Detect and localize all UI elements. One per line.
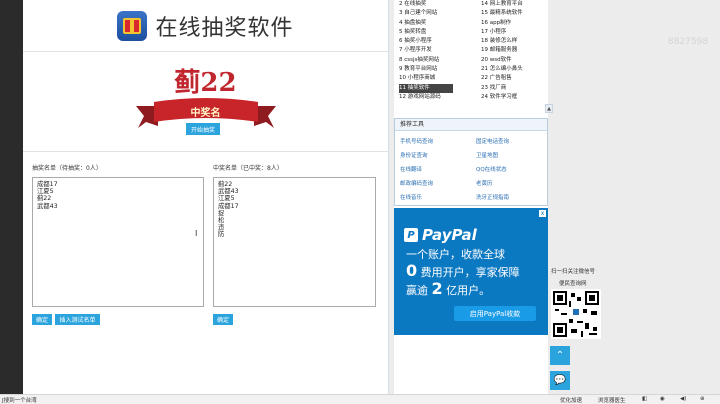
link-item[interactable]: 24 软件学习框 bbox=[481, 93, 551, 102]
winner-list-label: 中奖名单（已中奖：8人） bbox=[213, 165, 283, 172]
link-item[interactable]: 6 抽奖小程序 bbox=[399, 37, 469, 46]
draw-list-label: 抽奖名单（待抽奖：0人） bbox=[32, 165, 102, 172]
link-item[interactable]: 7 小程序开发 bbox=[399, 46, 469, 55]
link-item[interactable]: 9 教育平台网站 bbox=[399, 65, 469, 74]
app-header: 在线抽奖软件 bbox=[23, 0, 388, 52]
watermark-text: 8827598 bbox=[668, 37, 709, 47]
link-item[interactable]: 17 小程序 bbox=[481, 28, 551, 37]
link-column-left: 2 在线抽奖 3 自己建个网站 4 抽盘抽奖 5 抽奖转盘 6 抽奖小程序 7 … bbox=[399, 0, 469, 102]
link-item[interactable]: 4 抽盘抽奖 bbox=[399, 19, 469, 28]
ad-line-2: 0 费用开户，享家保障 bbox=[406, 261, 520, 280]
tool-link[interactable]: 卫星地图 bbox=[476, 151, 498, 159]
scroll-up-icon[interactable]: ▲ bbox=[545, 104, 553, 113]
link-item[interactable]: 12 游戏网站源码 bbox=[399, 93, 469, 102]
winner-display: 蓟22 中奖名 bbox=[23, 52, 388, 152]
tool-link[interactable]: 邮政编码查询 bbox=[400, 179, 433, 187]
tool-link[interactable]: 老黄历 bbox=[476, 179, 493, 187]
winner-list-textarea[interactable]: 蓟22 武都43 江夏5 成都17 捉 松 违 防 bbox=[213, 177, 376, 307]
tool-link[interactable]: 在线翻译 bbox=[400, 165, 422, 173]
link-item[interactable]: 14 网上教育平台 bbox=[481, 0, 551, 9]
lottery-app-panel: 在线抽奖软件 蓟22 中奖名 开始抽奖 抽奖名单（待抽奖：0人） 成都17 江夏… bbox=[23, 0, 389, 394]
draw-list-textarea[interactable]: 成都17 江夏5 蓟22 武都43 bbox=[32, 177, 204, 307]
tool-link[interactable]: QQ在线状态 bbox=[476, 165, 507, 173]
ribbon-text: 中奖名 bbox=[190, 108, 221, 119]
watermark: 8827598 bbox=[668, 37, 708, 47]
status-icon[interactable]: ◧ bbox=[642, 396, 647, 402]
paypal-brand-text: PayPal bbox=[422, 226, 477, 244]
qr-code-icon bbox=[551, 289, 601, 339]
link-item[interactable]: 16 app制作 bbox=[481, 19, 551, 28]
scroll-top-button[interactable]: ⌃ bbox=[550, 346, 570, 365]
chat-icon[interactable]: 💬 bbox=[550, 371, 570, 390]
start-draw-button[interactable]: 开始抽奖 bbox=[186, 123, 220, 135]
text-cursor-icon: I bbox=[195, 229, 198, 238]
link-item[interactable]: 10 小程序商城 bbox=[399, 74, 469, 83]
link-item[interactable]: 18 装修怎么样 bbox=[481, 37, 551, 46]
left-dark-strip bbox=[0, 0, 23, 394]
ad-line-3: 赢逾 2 亿用户。 bbox=[406, 279, 490, 298]
qr-label: 扫一扫关注微信号 bbox=[551, 269, 596, 275]
status-icon[interactable]: ◉ bbox=[660, 396, 665, 402]
tool-link[interactable]: 在线音乐 bbox=[400, 193, 422, 201]
link-item[interactable]: 5 抽奖转盘 bbox=[399, 28, 469, 37]
ad-line-1: 一个账户，收款全球 bbox=[406, 248, 505, 261]
ad-line-3-suffix: 亿用户。 bbox=[442, 284, 491, 297]
link-item[interactable]: 2 在线抽奖 bbox=[399, 0, 469, 9]
zoom-icon[interactable]: ⊕ bbox=[700, 396, 705, 402]
optimize-accelerate-item[interactable]: 优化加速 bbox=[560, 396, 582, 404]
winner-name: 蓟22 bbox=[174, 68, 237, 98]
link-item[interactable]: 3 自己建个网站 bbox=[399, 9, 469, 18]
app-title: 在线抽奖软件 bbox=[155, 15, 294, 41]
link-item[interactable]: 15 最精系统软件 bbox=[481, 9, 551, 18]
browser-doctor-item[interactable]: 浏览器医生 bbox=[598, 396, 626, 404]
paypal-logo-icon: P bbox=[404, 228, 418, 242]
gift-logo-icon bbox=[117, 10, 148, 41]
link-item[interactable]: 8 cssjs抽奖网站 bbox=[399, 56, 469, 65]
volume-icon[interactable]: ◀) bbox=[680, 396, 686, 402]
tool-link[interactable]: 身份证查询 bbox=[400, 151, 428, 159]
qr-account-name: 便民查询网 bbox=[559, 281, 587, 287]
tool-link[interactable]: 洗牙正规指南 bbox=[476, 193, 509, 201]
link-item[interactable]: 20 wsd软件 bbox=[481, 56, 551, 65]
ad-line-2-number: 0 bbox=[406, 261, 418, 280]
ad-line-3-number: 2 bbox=[431, 279, 443, 298]
status-bar: J搜到一个台湾 优化加速 浏览器医生 ◧ ◉ ◀) ⊕ bbox=[0, 394, 720, 404]
paypal-ad[interactable]: x P PayPal 一个账户，收款全球 0 费用开户，享家保障 赢逾 2 亿用… bbox=[394, 208, 548, 335]
paypal-brand: P PayPal bbox=[404, 226, 477, 244]
recommended-tools-panel: 推荐工具 手机号码查询 固定电话查询 身份证查询 卫星地图 在线翻译 QQ在线状… bbox=[394, 118, 548, 206]
link-item[interactable]: 19 邮箱服务器 bbox=[481, 46, 551, 55]
tool-link[interactable]: 固定电话查询 bbox=[476, 137, 509, 145]
status-text: J搜到一个台湾 bbox=[2, 398, 37, 404]
draw-list-confirm-button[interactable]: 确定 bbox=[32, 314, 52, 325]
winner-list-confirm-button[interactable]: 确定 bbox=[213, 314, 233, 325]
tool-link[interactable]: 手机号码查询 bbox=[400, 137, 433, 145]
ad-line-2-text: 费用开户，享家保障 bbox=[417, 266, 520, 279]
tools-title: 推荐工具 bbox=[395, 119, 547, 131]
enable-paypal-button[interactable]: 启用PayPal收款 bbox=[454, 306, 536, 321]
link-column-right: 14 网上教育平台 15 最精系统软件 16 app制作 17 小程序 18 装… bbox=[481, 0, 551, 102]
link-item[interactable]: 23 找厂商 bbox=[481, 84, 551, 93]
link-item-active[interactable]: 11 抽奖软件 bbox=[399, 83, 453, 93]
ad-close-icon[interactable]: x bbox=[539, 210, 546, 217]
ad-line-3-prefix: 赢逾 bbox=[406, 284, 432, 297]
link-item[interactable]: 21 怎么编小鼻头 bbox=[481, 65, 551, 74]
insert-test-list-button[interactable]: 插入测试名单 bbox=[55, 314, 100, 325]
link-item[interactable]: 22 广告租售 bbox=[481, 74, 551, 83]
